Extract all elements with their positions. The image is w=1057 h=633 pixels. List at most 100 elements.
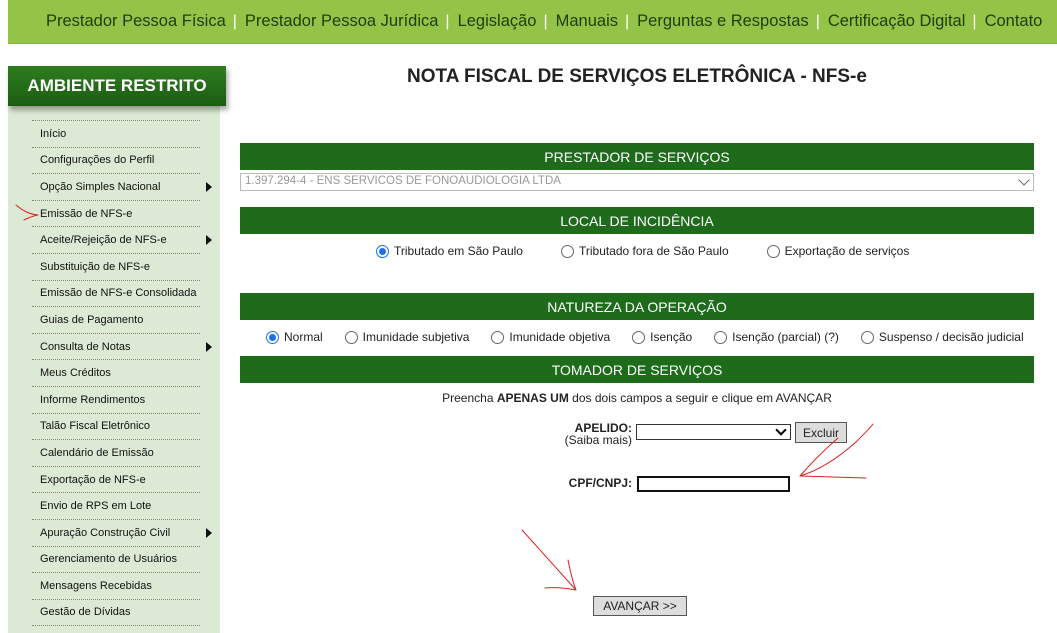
sidebar-item[interactable]: Exportação de NFS-e <box>32 465 200 493</box>
radio-option[interactable]: Normal <box>266 330 323 344</box>
radio-label: Tributado em São Paulo <box>394 244 523 258</box>
nav-link[interactable]: Contato <box>985 12 1043 31</box>
sidebar-menu-end <box>32 625 200 627</box>
sidebar-item-label: Apuração Construção Civil <box>40 526 171 539</box>
sidebar-item[interactable]: Mensagens Recebidas <box>32 572 200 599</box>
radio-label: Isenção (parcial) (?) <box>732 330 839 344</box>
radio-button[interactable] <box>766 244 780 258</box>
radio-option[interactable]: Suspenso / decisão judicial <box>860 330 1024 344</box>
avancar-button[interactable]: AVANÇAR >> <box>593 596 687 616</box>
nav-link[interactable]: Manuais <box>556 12 618 31</box>
radio-option[interactable]: Isenção <box>632 330 692 344</box>
radio-button[interactable] <box>376 244 389 258</box>
instruction-bold: APENAS UM <box>496 391 569 405</box>
radio-label: Exportação de serviços <box>784 244 910 258</box>
saiba-mais-link[interactable]: (Saiba mais) <box>540 433 632 447</box>
apelido-select[interactable] <box>636 424 791 440</box>
chevron-down-icon <box>1018 174 1030 186</box>
sidebar-item-label: Mensagens Recebidas <box>40 579 152 592</box>
nav-separator: | <box>625 12 630 30</box>
radio-label: Imunidade objetiva <box>509 330 611 344</box>
radio-option[interactable]: Isenção (parcial) (?) <box>714 330 839 344</box>
radio-button[interactable] <box>266 330 279 344</box>
page-title: NOTA FISCAL DE SERVIÇOS ELETRÔNICA - NFS… <box>407 66 867 87</box>
radio-button[interactable] <box>632 330 646 344</box>
radio-label: Imunidade subjetiva <box>362 330 470 344</box>
sidebar-item-label: Substituição de NFS-e <box>40 260 151 273</box>
sidebar-item[interactable]: Opção Simples Nacional <box>32 173 212 200</box>
nav-link[interactable]: Certificação Digital <box>828 12 966 31</box>
nav-separator: | <box>815 12 820 30</box>
sidebar-item-label: Envio de RPS em Lote <box>40 500 152 513</box>
chevron-down-icon <box>775 424 787 436</box>
radio-button[interactable] <box>344 330 358 344</box>
instruction-prefix: Preencha <box>442 391 497 405</box>
prestador-select[interactable]: 1.397.294-4 - ENS SERVICOS DE FONOAUDIOL… <box>240 173 1034 191</box>
radio-button[interactable] <box>860 330 874 344</box>
sidebar-item-label: Exportação de NFS-e <box>40 473 146 486</box>
local-radio-group: Tributado em São Paulo Tributado fora de … <box>376 244 909 258</box>
sidebar-item-label: Consulta de Notas <box>40 340 131 353</box>
submenu-arrow-icon <box>206 341 212 352</box>
excluir-button[interactable]: Excluir <box>795 422 847 443</box>
radio-button[interactable] <box>560 244 574 258</box>
sidebar-item[interactable]: Substituição de NFS-e <box>32 252 200 280</box>
prestador-select-value: 1.397.294-4 - ENS SERVICOS DE FONOAUDIOL… <box>245 175 561 187</box>
sidebar-menu: Início Configurações do Perfil Opção Simpl… <box>32 120 212 627</box>
radio-option[interactable]: Imunidade objetiva <box>491 330 610 344</box>
sidebar-item-label: Gerenciamento de Usuários <box>40 553 177 566</box>
sidebar-item-label: Emissão de NFS-e <box>40 207 133 220</box>
sidebar-item[interactable]: Gerenciamento de Usuários <box>32 545 200 573</box>
sidebar-item[interactable]: Consulta de Notas <box>32 332 212 360</box>
sidebar-item[interactable]: Início <box>32 120 200 147</box>
top-navigation: Prestador Pessoa Física | Prestador Pessoa… <box>8 0 1057 44</box>
sidebar-item-label: Calendário de Emissão <box>40 446 154 459</box>
sidebar-item-label: Aceite/Rejeição de NFS-e <box>40 234 167 247</box>
radio-button[interactable] <box>714 330 728 344</box>
sidebar-item-label: Configurações do Perfil <box>40 154 155 167</box>
radio-button[interactable] <box>491 330 505 344</box>
sidebar-item-label: Emissão de NFS-e Consolidada <box>40 287 197 300</box>
sidebar-item-label: Início <box>40 127 67 140</box>
sidebar-item[interactable]: Emissão de NFS-e <box>32 199 200 227</box>
sidebar-title: AMBIENTE RESTRITO <box>8 66 226 106</box>
radio-label: Suspenso / decisão judicial <box>878 330 1024 344</box>
annotation-arrow-avancar <box>521 529 577 591</box>
sidebar-item[interactable]: Configurações do Perfil <box>32 146 200 174</box>
sidebar-item[interactable]: Informe Rendimentos <box>32 385 200 413</box>
nav-link[interactable]: Legislação <box>458 12 537 31</box>
nav-separator: | <box>543 12 548 30</box>
sidebar-item-label: Talão Fiscal Eletrônico <box>40 420 151 433</box>
sidebar-item[interactable]: Apuração Construção Civil <box>32 518 212 546</box>
sidebar-item[interactable]: Gestão de Dívidas <box>32 598 200 626</box>
radio-option[interactable]: Exportação de serviços <box>766 244 910 258</box>
sidebar-item[interactable]: Guias de Pagamento <box>32 306 200 333</box>
sidebar-item[interactable]: Meus Créditos <box>32 359 200 386</box>
radio-option[interactable]: Tributado em São Paulo <box>376 244 523 258</box>
radio-option[interactable]: Imunidade subjetiva <box>344 330 470 344</box>
nav-separator: | <box>232 12 237 30</box>
left-edge <box>0 0 8 633</box>
cpf-cnpj-input[interactable] <box>637 476 790 492</box>
prestador-heading: PRESTADOR DE SERVIÇOS <box>240 143 1034 170</box>
nav-link[interactable]: Prestador Pessoa Física <box>46 12 226 31</box>
tomador-instruction: Preencha APENAS UM dos dois campos a seg… <box>240 391 1034 405</box>
local-heading: LOCAL DE INCIDÊNCIA <box>240 207 1034 234</box>
sidebar-item-label: Informe Rendimentos <box>40 393 146 406</box>
submenu-arrow-icon <box>206 182 212 193</box>
sidebar-item-label: Guias de Pagamento <box>40 313 144 326</box>
sidebar-item[interactable]: Aceite/Rejeição de NFS-e <box>32 226 212 253</box>
nav-link[interactable]: Prestador Pessoa Jurídica <box>245 12 439 31</box>
sidebar-item-label: Gestão de Dívidas <box>40 606 131 619</box>
instruction-suffix: dos dois campos a seguir e clique em AVA… <box>568 391 832 405</box>
radio-label: Tributado fora de São Paulo <box>578 244 729 258</box>
sidebar-item-label: Meus Créditos <box>40 367 111 380</box>
natureza-heading: NATUREZA DA OPERAÇÃO <box>240 293 1034 320</box>
sidebar-item[interactable]: Calendário de Emissão <box>32 439 200 466</box>
sidebar-item[interactable]: Talão Fiscal Eletrônico <box>32 412 200 440</box>
nav-link[interactable]: Perguntas e Respostas <box>637 12 809 31</box>
nav-separator: | <box>972 12 977 30</box>
sidebar-item[interactable]: Envio de RPS em Lote <box>32 492 200 519</box>
sidebar-item[interactable]: Emissão de NFS-e Consolidada <box>32 279 200 307</box>
radio-option[interactable]: Tributado fora de São Paulo <box>560 244 729 258</box>
